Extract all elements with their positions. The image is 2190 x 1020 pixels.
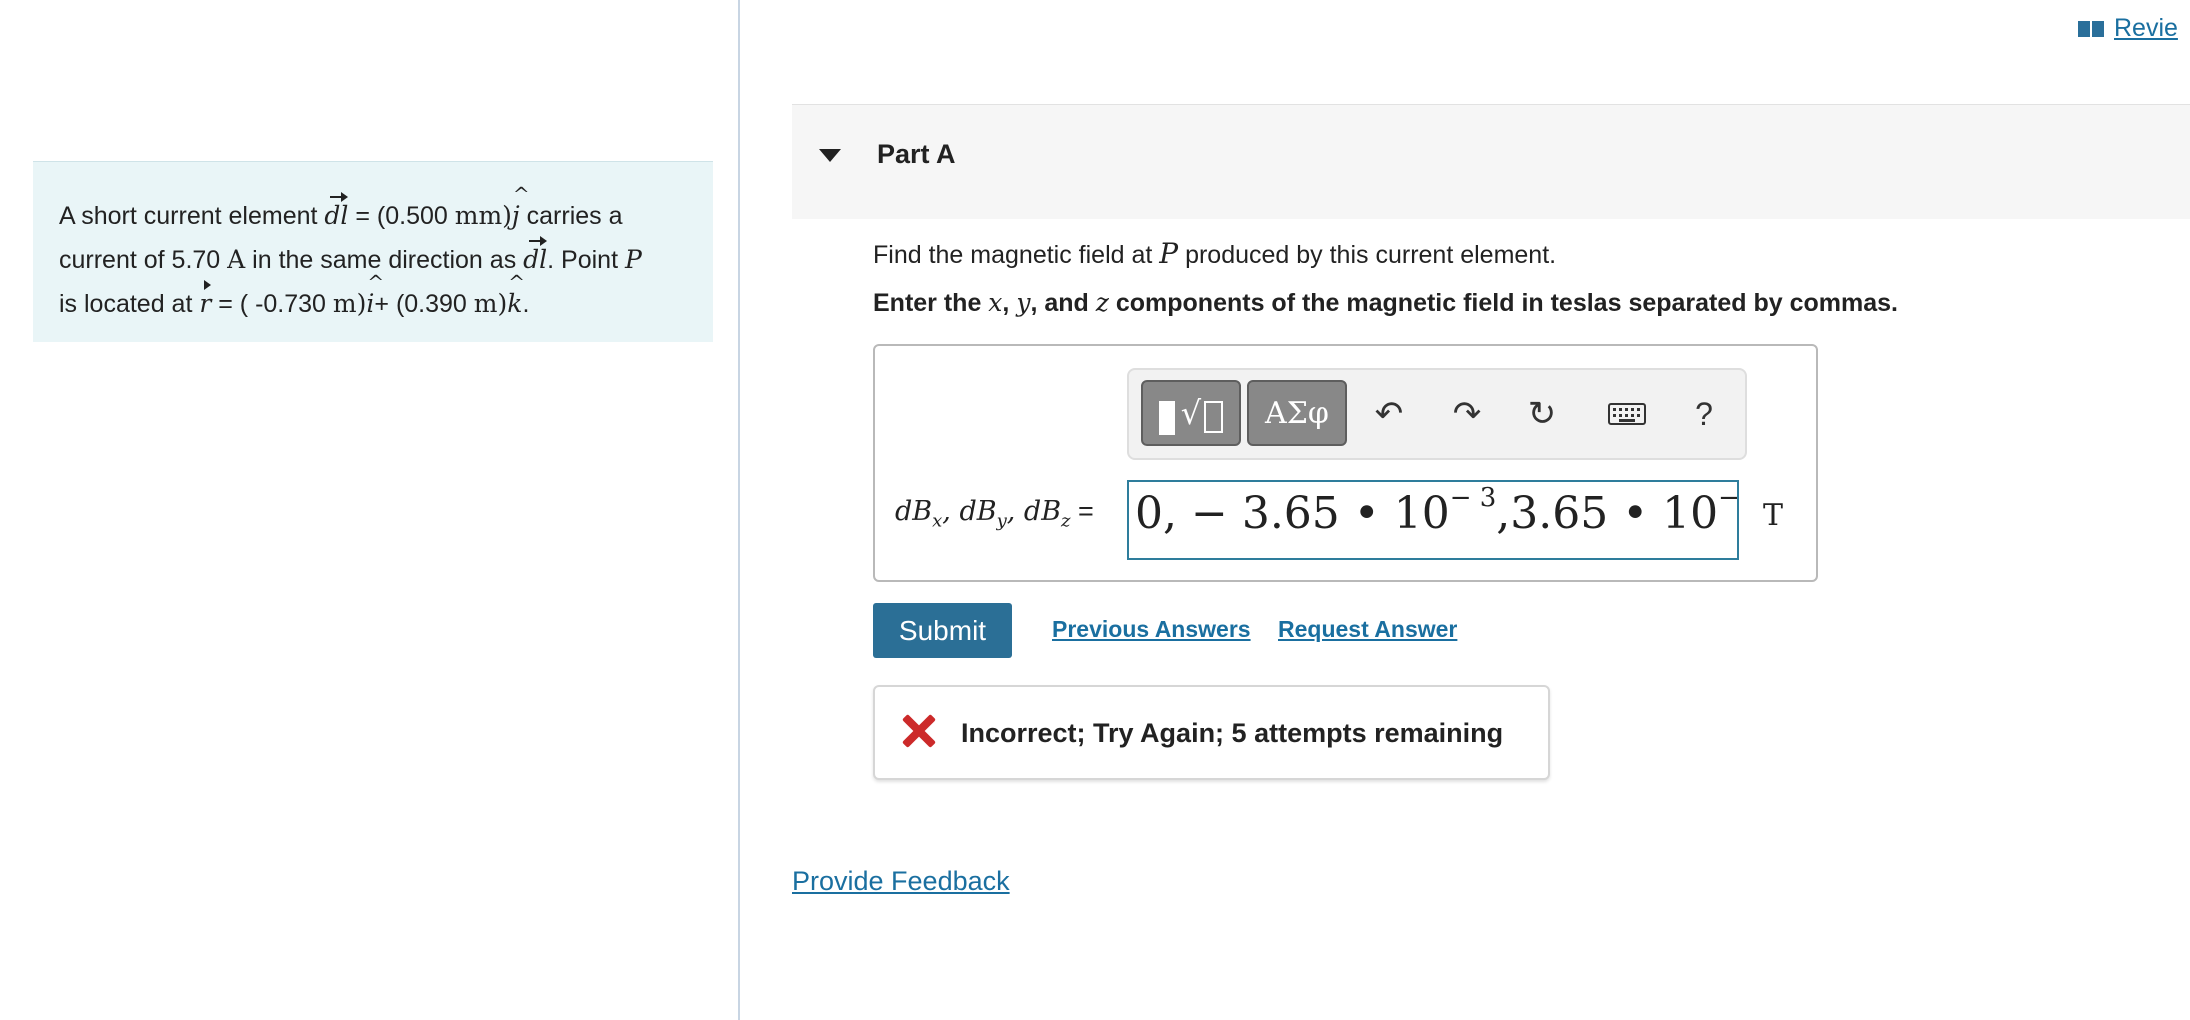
feedback-box: Incorrect; Try Again; 5 attempts remaini…	[873, 685, 1550, 780]
question-segment: Enter the	[873, 289, 989, 317]
template-box-icon	[1204, 401, 1224, 433]
part-a-header[interactable]: Part A	[792, 104, 2190, 219]
problem-text: carries a	[519, 202, 623, 230]
answer-exponent: − 3	[1718, 483, 1739, 514]
problem-text: = ( -0.730	[211, 290, 333, 318]
problem-text: in the same direction as	[245, 246, 524, 274]
j-hat: j	[512, 172, 529, 238]
unit-ampere: A	[227, 245, 246, 274]
r-vector: r	[199, 280, 211, 326]
point-p: P	[624, 245, 642, 274]
sqrt-icon: √	[1180, 394, 1202, 432]
part-title: Part A	[877, 139, 956, 169]
review-link-label: Revie	[2114, 14, 2178, 42]
question-segment: , and	[1030, 289, 1096, 317]
help-icon[interactable]: ?	[1679, 384, 1729, 444]
answer-box: √ ΑΣφ ↶ ↷ ↻ ? dBx, dBy, dBz = 0, − 3.65 …	[873, 344, 1818, 582]
answer-input[interactable]: 0, − 3.65 • 10− 3,3.65 • 10− 3	[1127, 480, 1739, 560]
problem-text: )	[502, 201, 512, 230]
unit-m: m	[332, 289, 357, 318]
answer-value-part: ,3.65 • 10	[1496, 488, 1719, 539]
provide-feedback-link[interactable]: Provide Feedback	[792, 866, 1010, 897]
var-y: y	[1016, 288, 1031, 317]
problem-text: = (0.500	[348, 202, 455, 230]
label-part: dB	[895, 496, 933, 527]
question-segment: components of the magnetic field in tesl…	[1108, 289, 1899, 317]
question-segment: produced by this current element.	[1178, 241, 1557, 269]
panel-divider	[738, 0, 740, 1020]
template-block-icon	[1158, 401, 1175, 435]
point-p: P	[1159, 237, 1179, 270]
redo-icon[interactable]: ↷	[1442, 384, 1492, 444]
label-part: , dB	[1006, 496, 1062, 527]
review-link[interactable]: Revie	[2078, 14, 2178, 43]
dl-vector: dl	[324, 192, 349, 238]
undo-icon[interactable]: ↶	[1364, 384, 1414, 444]
question-instruction: Enter the x, y, and z components of the …	[873, 288, 1898, 318]
k-hat: k	[507, 260, 525, 326]
label-part: , dB	[942, 496, 997, 527]
problem-statement: A short current element dl = (0.500 mm)j…	[33, 161, 713, 342]
keyboard-icon[interactable]	[1597, 384, 1657, 444]
reset-icon[interactable]: ↻	[1517, 384, 1567, 444]
i-hat: i	[366, 260, 384, 326]
incorrect-x-icon	[899, 709, 939, 755]
request-answer-link[interactable]: Request Answer	[1278, 616, 1457, 643]
book-icon	[2078, 19, 2106, 39]
question-segment: ,	[1002, 289, 1017, 317]
templates-button[interactable]: √	[1141, 380, 1241, 446]
previous-answers-link[interactable]: Previous Answers	[1052, 616, 1251, 643]
unit-label: T	[1763, 498, 1784, 533]
problem-text: + (0.390	[374, 290, 474, 318]
problem-text: )	[497, 289, 508, 318]
problem-text: current of 5.70	[59, 246, 228, 274]
question-text: Find the magnetic field at P produced by…	[873, 237, 1556, 270]
dl-vector: dl	[523, 236, 548, 282]
question-segment: Find the magnetic field at	[873, 241, 1160, 269]
problem-text: )	[356, 289, 367, 318]
feedback-message: Incorrect; Try Again; 5 attempts remaini…	[961, 718, 1504, 748]
label-sub: z	[1061, 510, 1071, 532]
problem-text: A short current element	[59, 202, 325, 230]
greek-symbols-button[interactable]: ΑΣφ	[1247, 380, 1347, 446]
label-sub: x	[932, 510, 943, 532]
answer-label: dBx, dBy, dBz =	[895, 496, 1094, 531]
unit-m: m	[473, 289, 498, 318]
problem-text: is located at	[59, 290, 200, 318]
collapse-triangle-icon[interactable]	[819, 149, 841, 162]
answer-exponent: − 3	[1449, 483, 1497, 514]
submit-button[interactable]: Submit	[873, 603, 1012, 658]
label-part: =	[1070, 496, 1094, 526]
unit-mm: mm	[454, 201, 503, 230]
var-x: x	[988, 288, 1003, 317]
problem-text: . Point	[547, 246, 625, 274]
var-z: z	[1095, 288, 1109, 317]
label-sub: y	[996, 510, 1007, 532]
answer-value-part: 0, − 3.65 • 10	[1135, 488, 1450, 539]
math-toolbar: √ ΑΣφ ↶ ↷ ↻ ?	[1127, 368, 1747, 460]
